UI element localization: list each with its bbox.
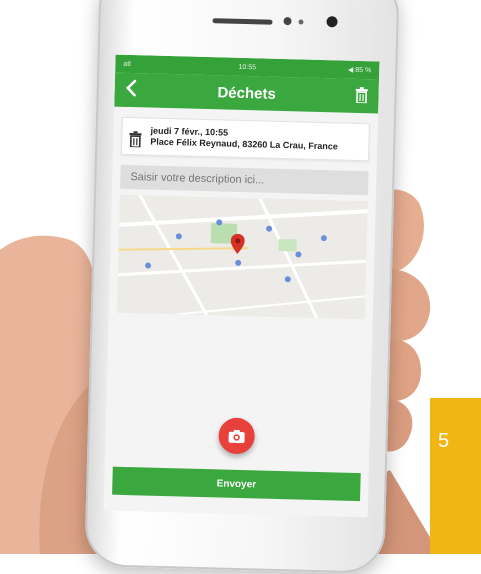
chevron-left-icon [124,79,138,97]
description-input[interactable] [120,165,369,195]
trash-icon [354,87,368,103]
location-map[interactable] [117,195,368,319]
back-button[interactable] [124,79,139,103]
page-title: Déchets [217,84,276,103]
phone-front-camera [326,16,337,27]
report-details: jeudi 7 févr., 10:55 Place Félix Reynaud… [150,126,338,153]
report-info-card: jeudi 7 févr., 10:55 Place Félix Reynaud… [121,117,370,161]
trash-icon [128,131,142,147]
page-number: 5 [438,430,449,453]
phone-device: atl 10:55 ◀ 85 % Déchets [84,0,400,574]
status-time: 10:55 [115,60,379,74]
send-button[interactable]: Envoyer [112,467,361,501]
add-photo-icon [227,428,245,444]
map-pin-icon [230,234,245,254]
map-image [117,195,368,319]
app-bar: Déchets [114,73,379,114]
phone-screen: atl 10:55 ◀ 85 % Déchets [104,55,380,518]
add-photo-button[interactable] [218,417,255,454]
phone-speaker [212,18,272,25]
delete-button[interactable] [354,87,369,108]
page-corner-decoration: 5 [430,398,481,554]
phone-sensor [298,19,303,24]
phone-sensor [283,17,291,25]
